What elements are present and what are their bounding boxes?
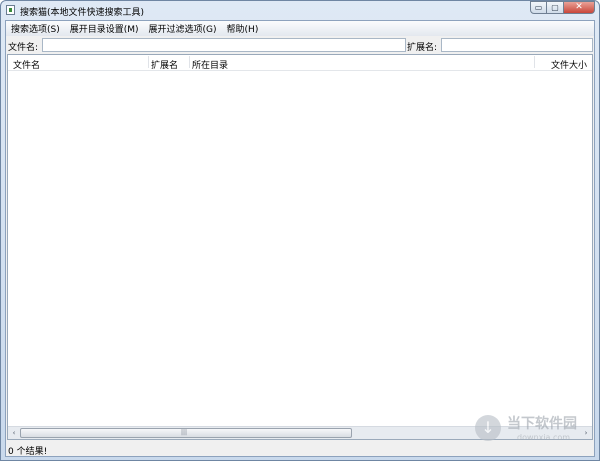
scroll-left-arrow[interactable]: ‹ (8, 428, 20, 438)
search-row: 文件名: 扩展名: (6, 37, 594, 53)
scrollbar-grip-icon: ||| (181, 429, 188, 436)
watermark-domain: downxia.com (517, 433, 571, 442)
close-button[interactable]: ✕ (564, 1, 595, 14)
menu-bar: 搜索选项(S) 展开目录设置(M) 展开过滤选项(G) 帮助(H) (6, 21, 594, 36)
filename-input[interactable] (42, 38, 406, 52)
download-arrow-icon: ↓ (475, 415, 501, 441)
client-area: 搜索选项(S) 展开目录设置(M) 展开过滤选项(G) 帮助(H) 文件名: 扩… (5, 20, 595, 457)
column-divider[interactable] (189, 56, 190, 68)
window-controls: ▭ ▢ ✕ (530, 1, 595, 14)
maximize-button[interactable]: ▢ (547, 1, 564, 14)
title-bar[interactable]: 搜索猫(本地文件快速搜索工具) ▭ ▢ ✕ (1, 1, 599, 19)
column-header-size[interactable]: 文件大小 (551, 58, 587, 71)
minimize-button[interactable]: ▭ (530, 1, 547, 14)
list-header: 文件名 扩展名 所在目录 文件大小 (8, 55, 592, 71)
app-window: 搜索猫(本地文件快速搜索工具) ▭ ▢ ✕ 搜索选项(S) 展开目录设置(M) … (0, 0, 600, 461)
window-title: 搜索猫(本地文件快速搜索工具) (20, 8, 145, 18)
watermark-name: 当下软件园 (507, 416, 577, 432)
column-header-filename[interactable]: 文件名 (13, 58, 40, 71)
scrollbar-thumb[interactable]: ||| (20, 428, 352, 438)
menu-directory-settings[interactable]: 展开目录设置(M) (65, 22, 144, 35)
extension-label: 扩展名: (407, 43, 438, 53)
extension-input[interactable] (441, 38, 593, 52)
menu-filter-options[interactable]: 展开过滤选项(G) (144, 22, 222, 35)
menu-help[interactable]: 帮助(H) (222, 22, 264, 35)
column-header-directory[interactable]: 所在目录 (192, 58, 228, 71)
watermark: ↓ 当下软件园 downxia.com (475, 411, 591, 449)
result-count: 0 个结果! (8, 447, 48, 457)
column-header-extension[interactable]: 扩展名 (151, 58, 178, 71)
menu-search-options[interactable]: 搜索选项(S) (6, 22, 65, 35)
column-divider[interactable] (148, 56, 149, 68)
results-list[interactable]: 文件名 扩展名 所在目录 文件大小 ‹ ||| › (7, 54, 593, 440)
app-icon[interactable] (6, 5, 15, 15)
column-divider[interactable] (534, 56, 535, 68)
filename-label: 文件名: (8, 43, 39, 53)
